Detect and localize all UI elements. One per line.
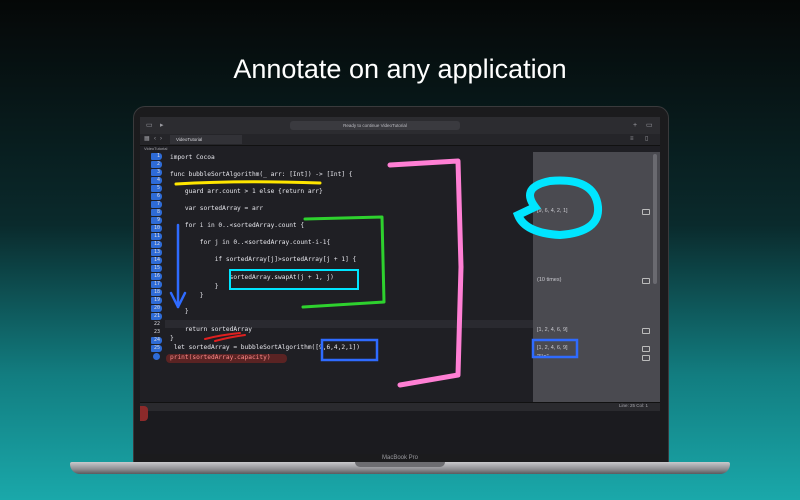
box-annotation bbox=[531, 338, 579, 359]
annotation-layer bbox=[169, 158, 603, 388]
headline: Annotate on any application bbox=[233, 54, 567, 84]
underline-annotation bbox=[174, 180, 322, 186]
squiggle-annotation bbox=[204, 332, 246, 342]
bracket-annotation bbox=[301, 215, 386, 309]
box-annotation bbox=[320, 338, 379, 362]
device-brand-label: MacBook Pro bbox=[381, 455, 418, 461]
bracket-annotation bbox=[387, 158, 464, 388]
box-annotation bbox=[229, 269, 359, 290]
laptop-notch bbox=[355, 462, 445, 467]
circle-annotation bbox=[512, 176, 603, 240]
xcode-window: ▭ ▸ Ready to continue VideoTutorial + ▭ … bbox=[140, 117, 660, 454]
